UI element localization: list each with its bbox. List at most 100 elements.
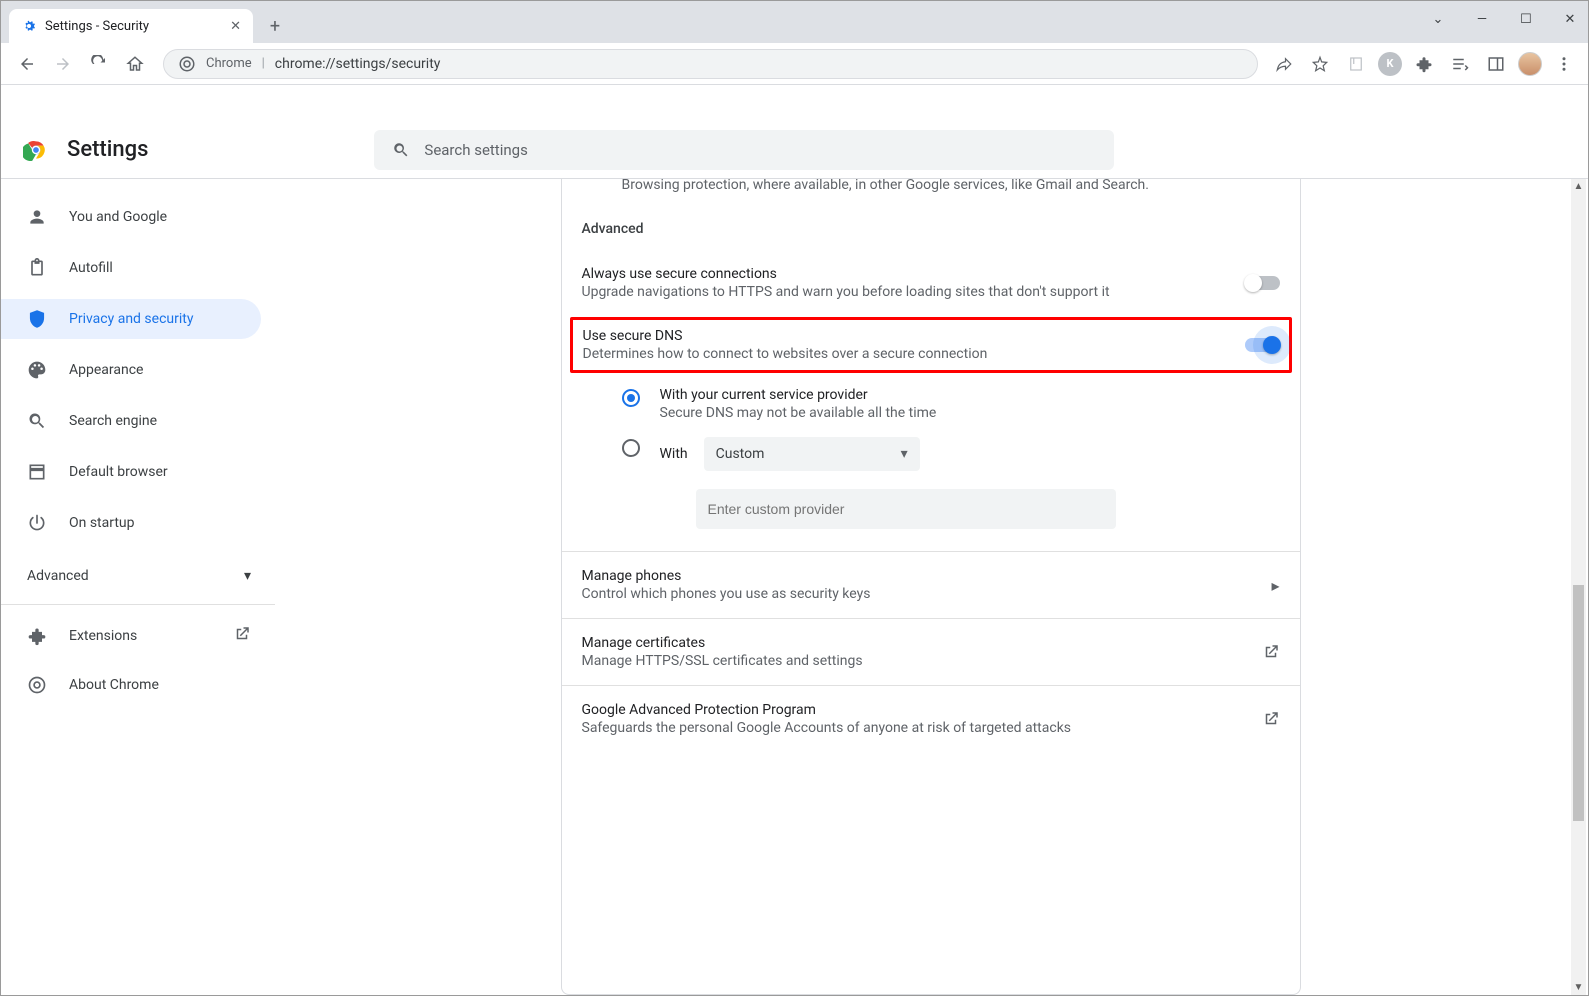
window-maximize-icon[interactable]: ☐ bbox=[1512, 12, 1540, 27]
sidebar-advanced-toggle[interactable]: Advanced ▾ bbox=[1, 554, 273, 598]
sidebar-item-default-browser[interactable]: Default browser bbox=[1, 452, 261, 492]
toggle-always-secure-connections[interactable] bbox=[1246, 276, 1280, 290]
search-settings-input[interactable]: Search settings bbox=[374, 130, 1114, 170]
person-icon bbox=[27, 207, 47, 227]
reading-list-icon[interactable] bbox=[1446, 50, 1474, 78]
power-icon bbox=[27, 513, 47, 533]
custom-dns-input[interactable] bbox=[696, 489, 1116, 529]
browser-chrome: Settings - Security ✕ + ⌄ — ☐ ✕ Chrome |… bbox=[1, 1, 1588, 85]
radio-sublabel: Secure DNS may not be available all the … bbox=[660, 405, 937, 421]
toggle-secure-dns[interactable] bbox=[1245, 338, 1279, 352]
window-controls: ⌄ — ☐ ✕ bbox=[1424, 1, 1584, 37]
shield-icon bbox=[27, 309, 47, 329]
share-icon[interactable] bbox=[1270, 50, 1298, 78]
advanced-section-title: Advanced bbox=[562, 221, 1300, 255]
sidebar-item-label: Search engine bbox=[69, 413, 157, 429]
chevron-right-icon: ▸ bbox=[1271, 576, 1279, 595]
sidebar-item-label: On startup bbox=[69, 515, 135, 531]
sidebar-item-extensions[interactable]: Extensions bbox=[1, 611, 273, 661]
tab-close-icon[interactable]: ✕ bbox=[230, 19, 241, 34]
url-text: chrome://settings/security bbox=[275, 56, 441, 72]
scrollbar-thumb[interactable] bbox=[1573, 585, 1584, 821]
collections-icon[interactable] bbox=[1342, 50, 1370, 78]
radio-label: With bbox=[660, 446, 688, 462]
window-close-icon[interactable]: ✕ bbox=[1556, 12, 1584, 27]
row-title: Manage certificates bbox=[582, 635, 1262, 651]
window-dropdown-icon[interactable]: ⌄ bbox=[1424, 12, 1452, 27]
radio-icon bbox=[622, 389, 640, 407]
highlighted-row-secure-dns: Use secure DNS Determines how to connect… bbox=[570, 317, 1292, 373]
row-subtitle: Manage HTTPS/SSL certificates and settin… bbox=[582, 653, 1262, 669]
row-title: Always use secure connections bbox=[582, 266, 1232, 282]
settings-main-column: Browsing protection, where available, in… bbox=[273, 179, 1588, 995]
user-avatar[interactable] bbox=[1518, 52, 1542, 76]
forward-button[interactable] bbox=[47, 48, 79, 80]
new-tab-button[interactable]: + bbox=[261, 12, 289, 40]
puzzle-icon bbox=[27, 626, 47, 646]
row-subtitle: Control which phones you use as security… bbox=[582, 586, 1272, 602]
sidebar-item-label: Advanced bbox=[27, 568, 89, 584]
sidebar-item-search-engine[interactable]: Search engine bbox=[1, 401, 261, 441]
sidebar-item-label: Default browser bbox=[69, 464, 168, 480]
sidebar-item-autofill[interactable]: Autofill bbox=[1, 248, 261, 288]
scroll-up-icon[interactable]: ▲ bbox=[1571, 181, 1586, 192]
clipboard-icon bbox=[27, 258, 47, 278]
sidebar-item-on-startup[interactable]: On startup bbox=[1, 503, 261, 543]
bookmark-star-icon[interactable] bbox=[1306, 50, 1334, 78]
sidebar-item-label: Privacy and security bbox=[69, 311, 193, 327]
search-placeholder: Search settings bbox=[424, 141, 527, 159]
radio-current-provider[interactable]: With your current service provider Secur… bbox=[562, 379, 1300, 429]
side-panel-icon[interactable] bbox=[1482, 50, 1510, 78]
palette-icon bbox=[27, 360, 47, 380]
search-icon bbox=[27, 411, 47, 431]
radio-icon bbox=[622, 439, 640, 457]
link-manage-certificates[interactable]: Manage certificates Manage HTTPS/SSL cer… bbox=[562, 618, 1300, 685]
chrome-icon bbox=[27, 675, 47, 695]
chrome-origin-icon bbox=[178, 55, 196, 73]
scroll-down-icon[interactable]: ▼ bbox=[1571, 982, 1586, 993]
external-link-icon bbox=[1262, 643, 1280, 661]
menu-kebab-icon[interactable] bbox=[1550, 50, 1578, 78]
settings-header: Settings Search settings bbox=[1, 121, 1588, 179]
browser-tab[interactable]: Settings - Security ✕ bbox=[9, 9, 253, 43]
sidebar-item-label: Autofill bbox=[69, 260, 113, 276]
tab-title: Settings - Security bbox=[45, 19, 222, 34]
row-subtitle: Determines how to connect to websites ov… bbox=[583, 346, 1231, 362]
row-title: Use secure DNS bbox=[583, 328, 1231, 344]
row-title: Google Advanced Protection Program bbox=[582, 702, 1262, 718]
omnibox-separator: | bbox=[262, 56, 265, 71]
row-title: Manage phones bbox=[582, 568, 1272, 584]
sidebar-item-appearance[interactable]: Appearance bbox=[1, 350, 261, 390]
window-minimize-icon[interactable]: — bbox=[1468, 12, 1496, 27]
settings-card: Browsing protection, where available, in… bbox=[561, 179, 1301, 995]
profile-badge-icon[interactable]: K bbox=[1378, 52, 1402, 76]
row-always-secure-connections: Always use secure connections Upgrade na… bbox=[562, 255, 1300, 311]
radio-custom-provider[interactable]: With Custom bbox=[562, 429, 1300, 479]
sidebar-item-label: Appearance bbox=[69, 362, 143, 378]
page-title: Settings bbox=[67, 137, 148, 162]
chrome-logo-icon bbox=[23, 137, 49, 163]
browser-window-icon bbox=[27, 462, 47, 482]
settings-sidebar: You and Google Autofill Privacy and secu… bbox=[1, 179, 273, 995]
search-icon bbox=[392, 141, 410, 159]
extensions-puzzle-icon[interactable] bbox=[1410, 50, 1438, 78]
sidebar-item-privacy-security[interactable]: Privacy and security bbox=[1, 299, 261, 339]
sidebar-item-you-and-google[interactable]: You and Google bbox=[1, 197, 261, 237]
address-bar[interactable]: Chrome | chrome://settings/security bbox=[163, 49, 1258, 79]
external-link-icon bbox=[233, 625, 251, 647]
back-button[interactable] bbox=[11, 48, 43, 80]
link-advanced-protection[interactable]: Google Advanced Protection Program Safeg… bbox=[562, 685, 1300, 752]
sidebar-item-about-chrome[interactable]: About Chrome bbox=[1, 661, 273, 709]
row-subtitle: Upgrade navigations to HTTPS and warn yo… bbox=[582, 284, 1232, 300]
tab-bar: Settings - Security ✕ + ⌄ — ☐ ✕ bbox=[1, 1, 1588, 43]
radio-label: With your current service provider bbox=[660, 387, 937, 403]
dns-provider-dropdown[interactable]: Custom bbox=[704, 437, 920, 471]
home-button[interactable] bbox=[119, 48, 151, 80]
cutoff-description-text: Browsing protection, where available, in… bbox=[562, 179, 1300, 221]
reload-button[interactable] bbox=[83, 48, 115, 80]
external-link-icon bbox=[1262, 710, 1280, 728]
chevron-down-icon: ▾ bbox=[244, 568, 251, 584]
settings-favicon-icon bbox=[21, 18, 37, 34]
link-manage-phones[interactable]: Manage phones Control which phones you u… bbox=[562, 551, 1300, 618]
content-scrollbar[interactable]: ▲ ▼ bbox=[1571, 179, 1586, 995]
